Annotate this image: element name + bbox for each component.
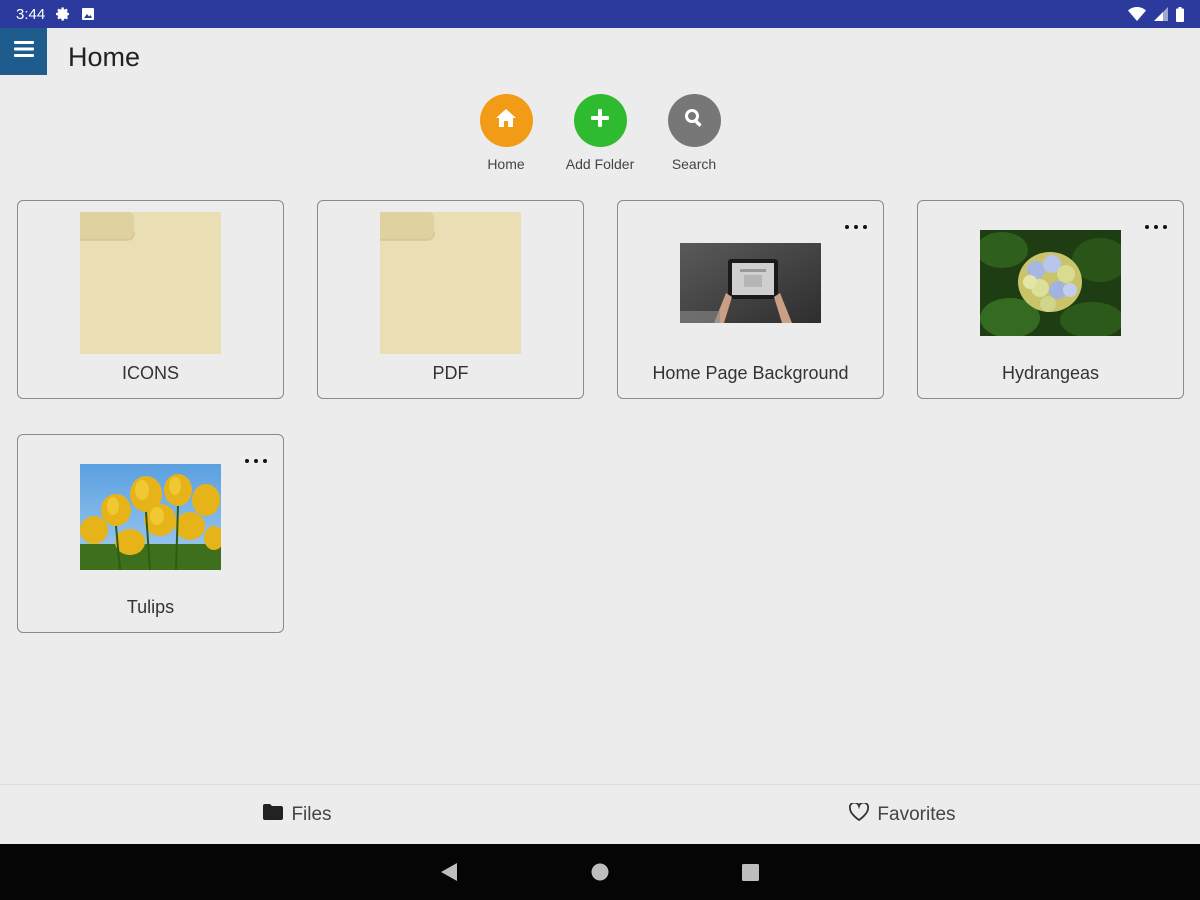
search-icon xyxy=(684,108,704,133)
wifi-icon xyxy=(1128,7,1146,21)
folder-card-pdf[interactable]: PDF xyxy=(317,200,584,399)
folder-icon xyxy=(80,212,221,354)
plus-icon xyxy=(590,108,610,133)
bottom-navigation: Files Favorites xyxy=(0,784,1200,844)
back-icon[interactable] xyxy=(440,862,458,887)
home-icon xyxy=(495,108,517,133)
search-action-circle[interactable] xyxy=(667,94,721,147)
heart-icon xyxy=(849,801,870,827)
menu-button[interactable] xyxy=(0,28,47,75)
item-label: ICONS xyxy=(121,363,179,383)
add-folder-action-label: Add Folder xyxy=(565,156,635,172)
home-circle-icon[interactable] xyxy=(591,862,609,887)
system-navigation-bar xyxy=(0,844,1200,900)
image-thumbnail xyxy=(680,212,821,354)
quick-actions: Home Add Folder Search xyxy=(0,94,1200,172)
status-time: 3:44 xyxy=(16,5,46,23)
status-left: 3:44 xyxy=(16,6,95,23)
hamburger-menu-icon xyxy=(13,41,34,62)
more-options-icon[interactable] xyxy=(845,221,867,233)
app-bar: Home xyxy=(0,28,1200,88)
favorites-tab[interactable]: Favorites xyxy=(815,785,990,845)
add-folder-action-button[interactable]: Add Folder xyxy=(566,94,634,172)
folder-icon xyxy=(263,804,284,826)
image-card-hydrangeas[interactable]: Hydrangeas xyxy=(917,200,1184,399)
home-action-circle[interactable] xyxy=(479,94,533,147)
page-title: Home xyxy=(68,42,141,72)
home-action-label: Home xyxy=(487,156,525,172)
status-bar: 3:44 xyxy=(0,0,1200,28)
image-card-tulips[interactable]: Tulips xyxy=(17,434,284,633)
item-label: Tulips xyxy=(126,597,175,617)
battery-icon xyxy=(1176,6,1184,22)
status-right xyxy=(1128,6,1184,22)
add-folder-action-circle[interactable] xyxy=(573,94,627,147)
folder-icon xyxy=(380,212,521,354)
image-notification-icon xyxy=(81,7,95,21)
more-options-icon[interactable] xyxy=(1145,221,1167,233)
folder-card-icons[interactable]: ICONS xyxy=(17,200,284,399)
item-label: Hydrangeas xyxy=(1001,363,1100,383)
more-options-icon[interactable] xyxy=(245,455,267,467)
favorites-tab-label: Favorites xyxy=(877,804,956,825)
settings-icon xyxy=(55,6,71,22)
recents-icon[interactable] xyxy=(741,862,759,887)
search-action-button[interactable]: Search xyxy=(667,94,721,172)
home-action-button[interactable]: Home xyxy=(479,94,533,172)
image-thumbnail xyxy=(80,446,221,588)
signal-icon xyxy=(1154,7,1168,21)
files-tab-label: Files xyxy=(291,804,332,825)
image-thumbnail xyxy=(980,212,1121,354)
image-card-home-page-background[interactable]: Home Page Background xyxy=(617,200,884,399)
item-label: Home Page Background xyxy=(652,363,849,383)
item-label: PDF xyxy=(432,363,469,383)
files-tab[interactable]: Files xyxy=(210,785,385,845)
search-action-label: Search xyxy=(671,156,717,172)
file-grid: ICONS PDF Home Page Background Hydrangea… xyxy=(17,200,1184,633)
